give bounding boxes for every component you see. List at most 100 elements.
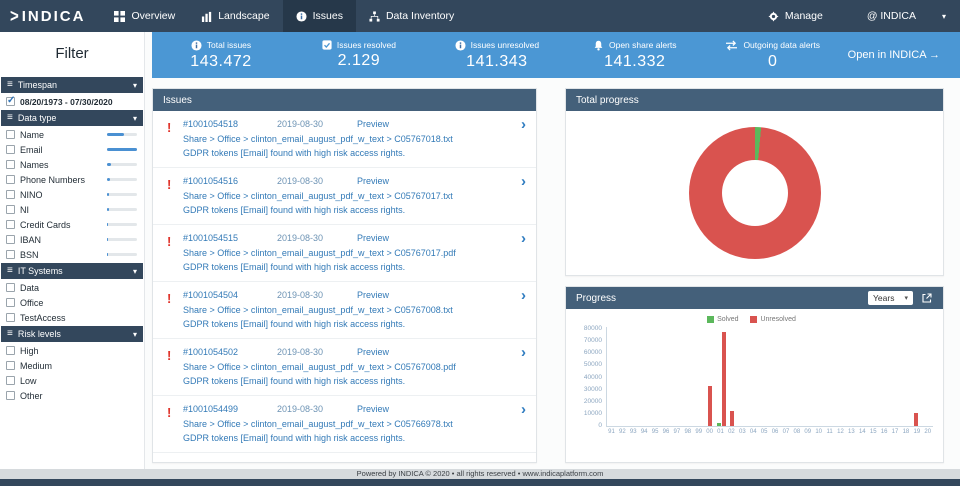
- checkbox-medium[interactable]: [6, 361, 15, 370]
- sidebar-item-nino[interactable]: NINO: [0, 187, 144, 202]
- sidebar-item-name[interactable]: Name: [0, 127, 144, 142]
- chevron-right-icon[interactable]: ›: [521, 458, 526, 462]
- sidebar-section-header-timespan[interactable]: ≡ Timespan ▾: [1, 77, 143, 93]
- sidebar-item-credit-cards[interactable]: Credit Cards: [0, 217, 144, 232]
- issue-row[interactable]: ! #1001054504 2019-08-30 Preview › Share > Of…: [153, 282, 536, 339]
- sidebar-section-header-it-systems[interactable]: ≡ IT Systems ▾: [1, 263, 143, 279]
- checkbox-ni[interactable]: [6, 205, 15, 214]
- sidebar-item-other[interactable]: Other: [0, 388, 144, 403]
- sidebar-item-label: NINO: [20, 189, 43, 200]
- chevron-right-icon[interactable]: ›: [521, 117, 526, 132]
- issue-date: 2019-08-30: [277, 176, 324, 186]
- menu-icon: ≡: [7, 265, 13, 276]
- sidebar-section-header-data-type[interactable]: ≡ Data type ▾: [1, 110, 143, 126]
- issue-id-link[interactable]: #1001054518: [183, 119, 277, 129]
- sidebar-item-data[interactable]: Data: [0, 280, 144, 295]
- period-select[interactable]: Years ▾: [868, 291, 913, 305]
- issue-path-link[interactable]: Share > Office > clinton_email_august_pd…: [183, 305, 526, 315]
- preview-link[interactable]: Preview: [357, 233, 389, 243]
- issue-path-link[interactable]: Share > Office > clinton_email_august_pd…: [183, 191, 526, 201]
- sidebar-item-label: Phone Numbers: [20, 174, 86, 185]
- checkbox-bsn[interactable]: [6, 250, 15, 259]
- sidebar-item-phone-numbers[interactable]: Phone Numbers: [0, 172, 144, 187]
- checkbox-testaccess[interactable]: [6, 313, 15, 322]
- sidebar-item-label: NI: [20, 204, 29, 215]
- account-menu[interactable]: @ INDICA ▾: [837, 0, 960, 32]
- checkbox-names[interactable]: [6, 160, 15, 169]
- sidebar-item-testaccess[interactable]: TestAccess: [0, 310, 144, 325]
- issue-row[interactable]: ! #1001054499 2019-08-30 Preview › Share > Of…: [153, 396, 536, 453]
- issue-path-link[interactable]: Share > Office > clinton_email_august_pd…: [183, 134, 526, 144]
- issue-path-link[interactable]: Share > Office > clinton_email_august_pd…: [183, 419, 526, 429]
- issue-row[interactable]: ! #1001054515 2019-08-30 Preview › Share > Of…: [153, 225, 536, 282]
- main-layout: Filter ≡ Timespan ▾ 08/20/1973 - 07/30/2020…: [0, 32, 960, 469]
- checkbox-data[interactable]: [6, 283, 15, 292]
- indica-logo[interactable]: > INDICA: [0, 5, 101, 27]
- checkbox-phone-numbers[interactable]: [6, 175, 15, 184]
- footer: Powered by INDICA © 2020 • all rights re…: [0, 469, 960, 486]
- filter-usage-bar-fill: [107, 208, 109, 211]
- sidebar-item-office[interactable]: Office: [0, 295, 144, 310]
- sidebar-item-low[interactable]: Low: [0, 373, 144, 388]
- issue-id-link[interactable]: #1001054502: [183, 347, 277, 357]
- nav-item-landscape[interactable]: Landscape: [188, 0, 282, 32]
- filter-usage-bar: [107, 133, 137, 136]
- checkbox-office[interactable]: [6, 298, 15, 307]
- sidebar-item-ni[interactable]: NI: [0, 202, 144, 217]
- issue-id-link[interactable]: #1001054515: [183, 233, 277, 243]
- chevron-right-icon[interactable]: ›: [521, 288, 526, 303]
- issue-id-link[interactable]: #1001054516: [183, 176, 277, 186]
- menu-icon: ≡: [7, 112, 13, 123]
- sidebar-item-label: BSN: [20, 249, 39, 260]
- checkbox-high[interactable]: [6, 346, 15, 355]
- sidebar-item-iban[interactable]: IBAN: [0, 232, 144, 247]
- footer-bottom-bar: [0, 479, 960, 486]
- chevron-right-icon[interactable]: ›: [521, 231, 526, 246]
- filter-usage-bar: [107, 163, 137, 166]
- preview-link[interactable]: Preview: [357, 119, 389, 129]
- issue-path-link[interactable]: Share > Office > clinton_email_august_pd…: [183, 248, 526, 258]
- issue-row[interactable]: ! #1001054502 2019-08-30 Preview › Share > Of…: [153, 339, 536, 396]
- issue-row[interactable]: !›: [153, 453, 536, 462]
- sidebar-section-header-risk-levels[interactable]: ≡ Risk levels ▾: [1, 326, 143, 342]
- checkbox-email[interactable]: [6, 145, 15, 154]
- nav-item-overview[interactable]: Overview: [101, 0, 188, 32]
- preview-link[interactable]: Preview: [357, 347, 389, 357]
- sidebar-item-high[interactable]: High: [0, 343, 144, 358]
- issue-row[interactable]: ! #1001054516 2019-08-30 Preview › Share > Of…: [153, 168, 536, 225]
- sidebar-item-email[interactable]: Email: [0, 142, 144, 157]
- issue-id-link[interactable]: #1001054504: [183, 290, 277, 300]
- open-external-icon[interactable]: [921, 292, 933, 304]
- preview-link[interactable]: Preview: [357, 290, 389, 300]
- chart-legend: Solved Unresolved: [570, 313, 933, 325]
- bar-group-04: [748, 327, 759, 426]
- issue-path-link[interactable]: Share > Office > clinton_email_august_pd…: [183, 362, 526, 372]
- preview-link[interactable]: Preview: [357, 404, 389, 414]
- checkbox-nino[interactable]: [6, 190, 15, 199]
- filter-usage-bar-fill: [107, 193, 110, 196]
- issue-row[interactable]: ! #1001054518 2019-08-30 Preview › Share > Of…: [153, 111, 536, 168]
- chevron-right-icon[interactable]: ›: [521, 345, 526, 360]
- filter-usage-bar-fill: [107, 223, 109, 226]
- chevron-right-icon[interactable]: ›: [521, 174, 526, 189]
- sidebar-item-names[interactable]: Names: [0, 157, 144, 172]
- gear-icon: [768, 10, 779, 22]
- checkbox-iban[interactable]: [6, 235, 15, 244]
- checkbox-credit-cards[interactable]: [6, 220, 15, 229]
- open-in-indica-link[interactable]: Open in INDICA →: [842, 49, 960, 61]
- nav-item-data-inventory[interactable]: Data Inventory: [356, 0, 467, 32]
- checkbox-08-20-1973-07-30-2020[interactable]: [6, 95, 15, 106]
- issue-id-link[interactable]: #1001054499: [183, 404, 277, 414]
- issue-description: GDPR tokens [Email] found with high risk…: [183, 319, 406, 329]
- nav-item-issues[interactable]: Issues: [282, 0, 356, 32]
- chevron-right-icon[interactable]: ›: [521, 402, 526, 417]
- sidebar-item-bsn[interactable]: BSN: [0, 247, 144, 262]
- sidebar-item-medium[interactable]: Medium: [0, 358, 144, 373]
- checkbox-name[interactable]: [6, 130, 15, 139]
- checkbox-low[interactable]: [6, 376, 15, 385]
- manage-button[interactable]: Manage: [754, 0, 837, 32]
- preview-link[interactable]: Preview: [357, 176, 389, 186]
- checkbox-other[interactable]: [6, 391, 15, 400]
- sidebar-item-08-20-1973-07-30-2020[interactable]: 08/20/1973 - 07/30/2020: [0, 94, 144, 109]
- logo-chevron-icon: >: [10, 5, 21, 27]
